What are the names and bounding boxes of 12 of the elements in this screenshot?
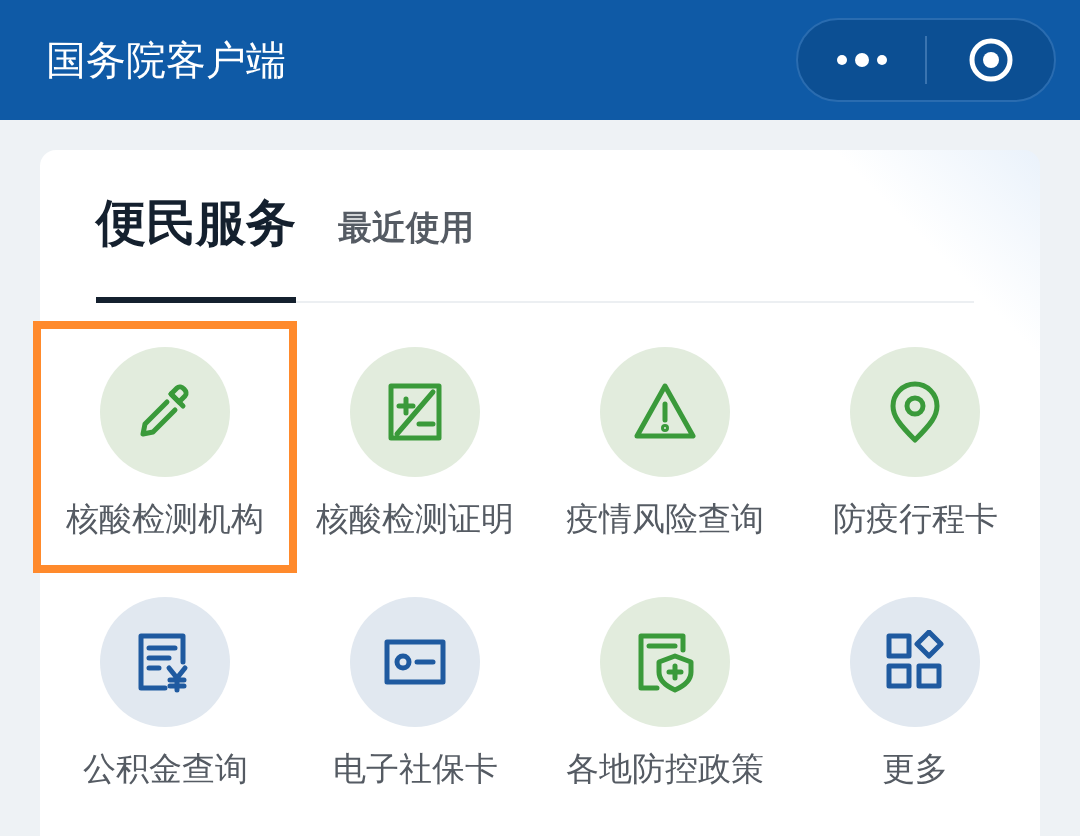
service-label: 电子社保卡: [332, 748, 498, 790]
service-label: 核酸检测证明: [316, 498, 514, 540]
service-label: 更多: [882, 748, 948, 790]
service-label: 各地防控政策: [566, 748, 764, 790]
more-icon[interactable]: [834, 53, 889, 67]
app-title: 国务院客户端: [46, 35, 286, 85]
service-label: 核酸检测机构: [66, 498, 264, 540]
tab[interactable]: 最近使用: [338, 205, 474, 303]
tab[interactable]: 便民服务: [96, 190, 296, 303]
service-label: 公积金查询: [82, 748, 248, 790]
service-label: 防疫行程卡: [832, 498, 998, 540]
service-label: 疫情风险查询: [566, 498, 764, 540]
